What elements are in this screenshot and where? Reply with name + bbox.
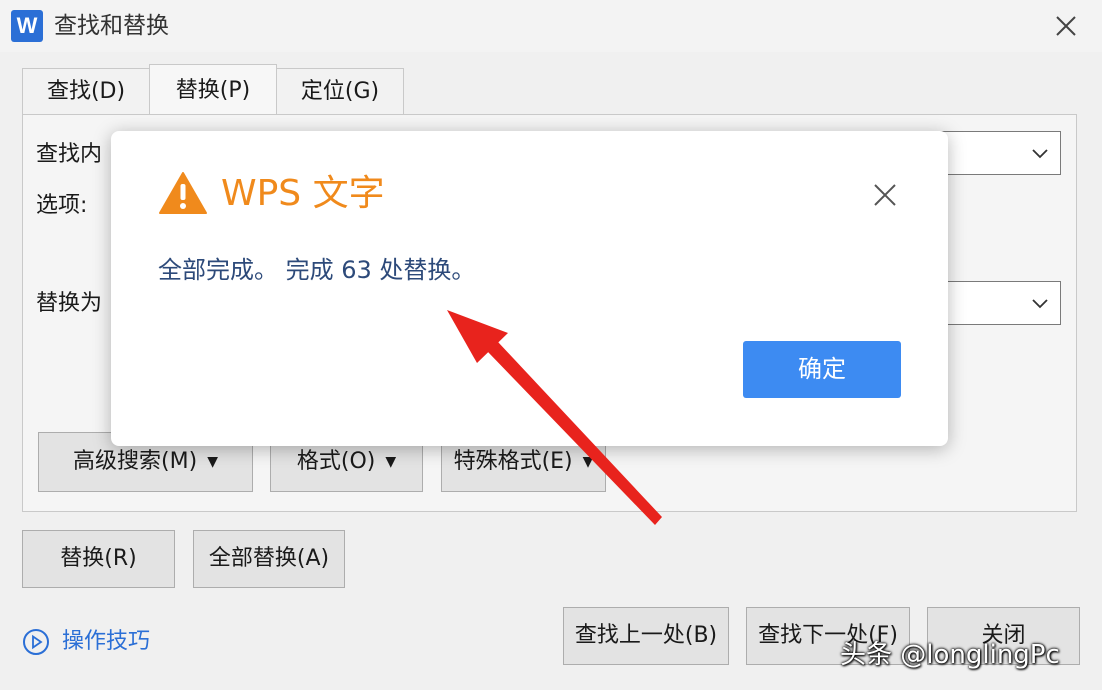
close-icon[interactable] [871,181,899,209]
chevron-down-icon [1032,149,1048,159]
warning-icon [159,172,207,214]
tab-goto[interactable]: 定位(G) [276,68,404,114]
dialog-title: WPS 文字 [221,173,385,214]
format-label: 格式(O) [296,449,376,474]
find-previous-button[interactable]: 查找上一处(B) [563,607,729,665]
options-label: 选项: [36,193,88,218]
help-link-label: 操作技巧 [62,629,151,654]
window-title: 查找和替换 [54,13,169,39]
replace-button[interactable]: 替换(R) [22,530,175,588]
tab-replace[interactable]: 替换(P) [149,64,277,116]
ok-button[interactable]: 确定 [743,341,901,398]
result-dialog: WPS 文字 全部完成。 完成 63 处替换。 确定 [111,131,948,446]
tab-find[interactable]: 查找(D) [22,68,150,114]
find-label: 查找内 [36,142,103,167]
chevron-down-icon [1032,299,1048,309]
replace-label: 替换为 [36,291,103,316]
close-icon[interactable] [1050,10,1082,42]
title-bar: W 查找和替换 [0,0,1102,52]
special-format-label: 特殊格式(E) [453,449,573,474]
advanced-search-label: 高级搜索(M) [73,449,198,474]
dialog-message: 全部完成。 完成 63 处替换。 [158,256,476,284]
play-circle-icon [23,629,49,655]
replace-all-button[interactable]: 全部替换(A) [193,530,345,588]
watermark: 头条 @longlingPc [840,640,1060,670]
wps-logo-icon: W [11,10,43,42]
